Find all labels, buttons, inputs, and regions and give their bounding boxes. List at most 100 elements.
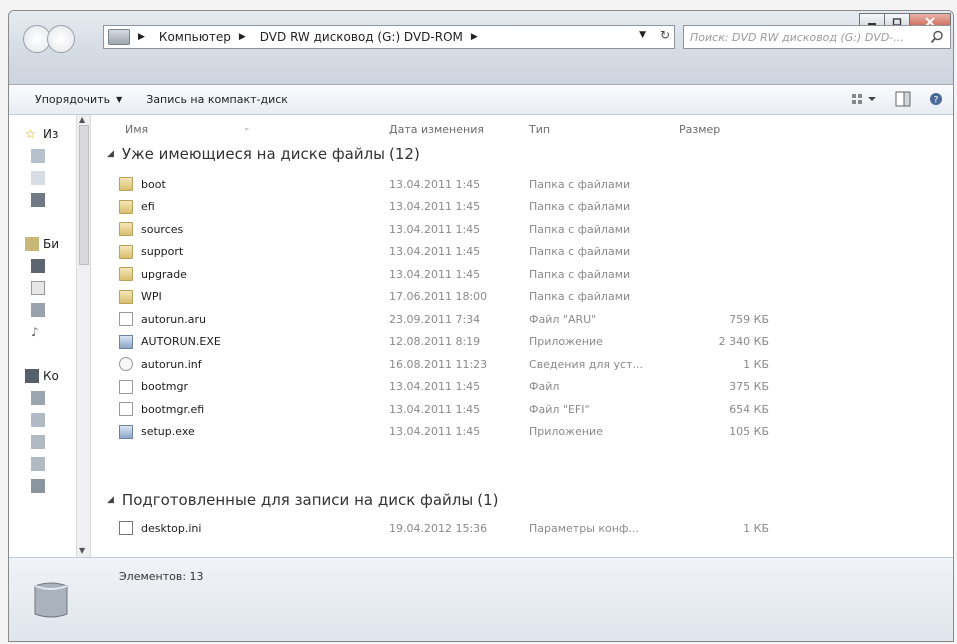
file-date-cell: 13.04.2011 1:45	[389, 177, 481, 191]
drive-icon	[108, 29, 130, 45]
inf-icon	[119, 357, 133, 371]
breadcrumb-separator[interactable]: ▶	[138, 32, 151, 42]
file-name-cell[interactable]: WPI	[119, 289, 162, 304]
table-row[interactable]: bootmgr 13.04.2011 1:45 Файл 375 КБ	[119, 376, 819, 398]
address-bar[interactable]: ▶ Компьютер ▶ DVD RW дисковод (G:) DVD-R…	[103, 25, 675, 49]
address-dropdown-icon[interactable]: ▼	[639, 30, 646, 40]
nav-computer[interactable]: Ко	[25, 369, 59, 383]
file-type-cell: Файл	[529, 380, 560, 393]
breadcrumb-computer[interactable]: Компьютер	[159, 30, 231, 44]
table-row[interactable]: autorun.aru 23.09.2011 7:34 Файл "ARU" 759 …	[119, 308, 819, 330]
file-type-cell: Приложение	[529, 425, 603, 438]
file-type-cell: Папка с файлами	[529, 200, 631, 213]
video-library-icon	[31, 259, 45, 273]
file-name-cell[interactable]: autorun.aru	[119, 312, 206, 326]
column-date[interactable]: Дата изменения	[389, 123, 484, 136]
nav-item-drive-d[interactable]	[31, 413, 49, 427]
hard-drive-icon	[31, 391, 45, 405]
table-row[interactable]: efi 13.04.2011 1:45 Папка с файлами	[119, 196, 819, 218]
file-name-cell[interactable]: support	[119, 244, 183, 259]
nav-item-pictures[interactable]	[31, 303, 49, 317]
nav-item-video[interactable]	[31, 259, 49, 273]
help-icon[interactable]: ?	[929, 92, 943, 106]
file-name-cell[interactable]: bootmgr.efi	[119, 402, 204, 416]
file-name-cell[interactable]: AUTORUN.EXE	[119, 334, 221, 349]
file-size-cell: 759 КБ	[729, 312, 769, 326]
group-header-ready-to-burn[interactable]: ◢ Подготовленные для записи на диск файл…	[107, 491, 498, 509]
group-header-on-disc[interactable]: ◢ Уже имеющиеся на диске файлы (12)	[107, 145, 420, 163]
item-count: Элементов: 13	[119, 570, 204, 583]
table-row[interactable]: upgrade 13.04.2011 1:45 Папка с файлами	[119, 263, 819, 285]
file-name-cell[interactable]: upgrade	[119, 267, 187, 281]
file-type-cell: Параметры конф...	[529, 521, 639, 535]
file-icon	[119, 312, 133, 326]
nav-libraries[interactable]: Би	[25, 237, 59, 251]
file-date-cell: 16.08.2011 11:23	[389, 357, 488, 371]
file-size-cell: 654 КБ	[729, 402, 769, 416]
collapse-icon[interactable]: ◢	[107, 495, 114, 505]
file-name-cell[interactable]: efi	[119, 199, 155, 214]
scroll-up-icon[interactable]: ▲	[79, 115, 85, 124]
column-header: ⌄ Имя Дата изменения Тип Размер	[93, 115, 953, 141]
scroll-down-icon[interactable]: ▼	[79, 546, 85, 555]
collapse-icon[interactable]: ◢	[107, 149, 114, 159]
nav-item-music[interactable]: ♪	[31, 325, 49, 339]
table-row[interactable]: sources 13.04.2011 1:45 Папка с файлами	[119, 218, 819, 240]
svg-text:?: ?	[934, 96, 939, 106]
table-row[interactable]: autorun.inf 16.08.2011 11:23 Сведения для …	[119, 353, 819, 375]
file-type-cell: Папка с файлами	[529, 267, 631, 281]
file-name-cell[interactable]: bootmgr	[119, 379, 188, 394]
column-type[interactable]: Тип	[529, 123, 550, 136]
breadcrumb-separator[interactable]: ▶	[471, 32, 484, 42]
table-row[interactable]: boot 13.04.2011 1:45 Папка с файлами	[119, 173, 819, 195]
file-name-cell[interactable]: boot	[119, 177, 166, 191]
file-type-cell: Сведения для уст...	[529, 357, 643, 371]
burn-to-disc-button[interactable]: Запись на компакт-диск	[146, 93, 288, 106]
breadcrumb-dvd-drive[interactable]: DVD RW дисковод (G:) DVD-ROM	[260, 30, 463, 44]
table-row[interactable]: support 13.04.2011 1:45 Папка с файлами	[119, 241, 819, 263]
table-row[interactable]: desktop.ini 19.04.2012 15:36 Параметры кон…	[119, 517, 819, 539]
forward-button[interactable]	[47, 25, 75, 53]
nav-favorites[interactable]: ☆ Из	[25, 127, 58, 141]
nav-item-dvd[interactable]	[31, 479, 49, 493]
preview-pane-icon[interactable]	[895, 91, 911, 107]
refresh-icon[interactable]: ↻	[660, 28, 670, 42]
file-type-cell: Файл "ARU"	[529, 312, 597, 326]
search-icon[interactable]	[930, 30, 944, 44]
nav-item-desktop[interactable]	[31, 193, 49, 207]
status-bar: Элементов: 13	[9, 557, 953, 641]
nav-item-drive-c[interactable]	[31, 391, 49, 405]
breadcrumb-separator[interactable]: ▶	[239, 32, 252, 42]
sort-caret-icon: ⌄	[243, 123, 251, 133]
chevron-down-icon: ▼	[116, 95, 123, 104]
nav-scrollbar[interactable]: ▲ ▼	[76, 115, 90, 557]
file-name-cell[interactable]: desktop.ini	[119, 521, 201, 535]
hard-drive-icon	[31, 457, 45, 471]
view-options-icon[interactable]	[851, 92, 877, 106]
column-size[interactable]: Размер	[679, 123, 720, 136]
title-bar: ▶ Компьютер ▶ DVD RW дисковод (G:) DVD-R…	[9, 11, 953, 85]
table-row[interactable]: WPI 17.06.2011 18:00 Папка с файлами	[119, 286, 819, 308]
nav-item-downloads[interactable]	[31, 149, 49, 163]
table-row[interactable]: AUTORUN.EXE 12.08.2011 8:19 Приложение 2 34…	[119, 331, 819, 353]
nav-item-drive-e[interactable]	[31, 435, 49, 449]
file-size-cell: 1 КБ	[743, 521, 769, 535]
file-size-cell: 1 КБ	[743, 357, 769, 371]
exe-icon	[119, 424, 133, 439]
file-name-cell[interactable]: sources	[119, 222, 183, 236]
file-name-cell[interactable]: autorun.inf	[119, 357, 202, 371]
table-row[interactable]: setup.exe 13.04.2011 1:45 Приложение 105 КБ	[119, 421, 819, 443]
table-row[interactable]: bootmgr.efi 13.04.2011 1:45 Файл "EFI" 654 …	[119, 398, 819, 420]
file-date-cell: 19.04.2012 15:36	[389, 521, 488, 535]
nav-item-recent[interactable]	[31, 171, 49, 185]
file-type-cell: Папка с файлами	[529, 290, 631, 303]
dvd-drive-icon	[31, 479, 45, 493]
nav-scroll-thumb[interactable]	[79, 125, 89, 265]
nav-item-drive-f[interactable]	[31, 457, 49, 471]
nav-item-documents[interactable]	[31, 281, 49, 295]
organize-button[interactable]: Упорядочить ▼	[35, 93, 122, 106]
file-name-cell[interactable]: setup.exe	[119, 424, 195, 439]
search-input[interactable]: Поиск: DVD RW дисковод (G:) DVD-...	[683, 25, 951, 49]
column-name[interactable]: Имя	[125, 123, 148, 136]
file-list: ⌄ Имя Дата изменения Тип Размер ◢ Уже им…	[93, 115, 953, 557]
